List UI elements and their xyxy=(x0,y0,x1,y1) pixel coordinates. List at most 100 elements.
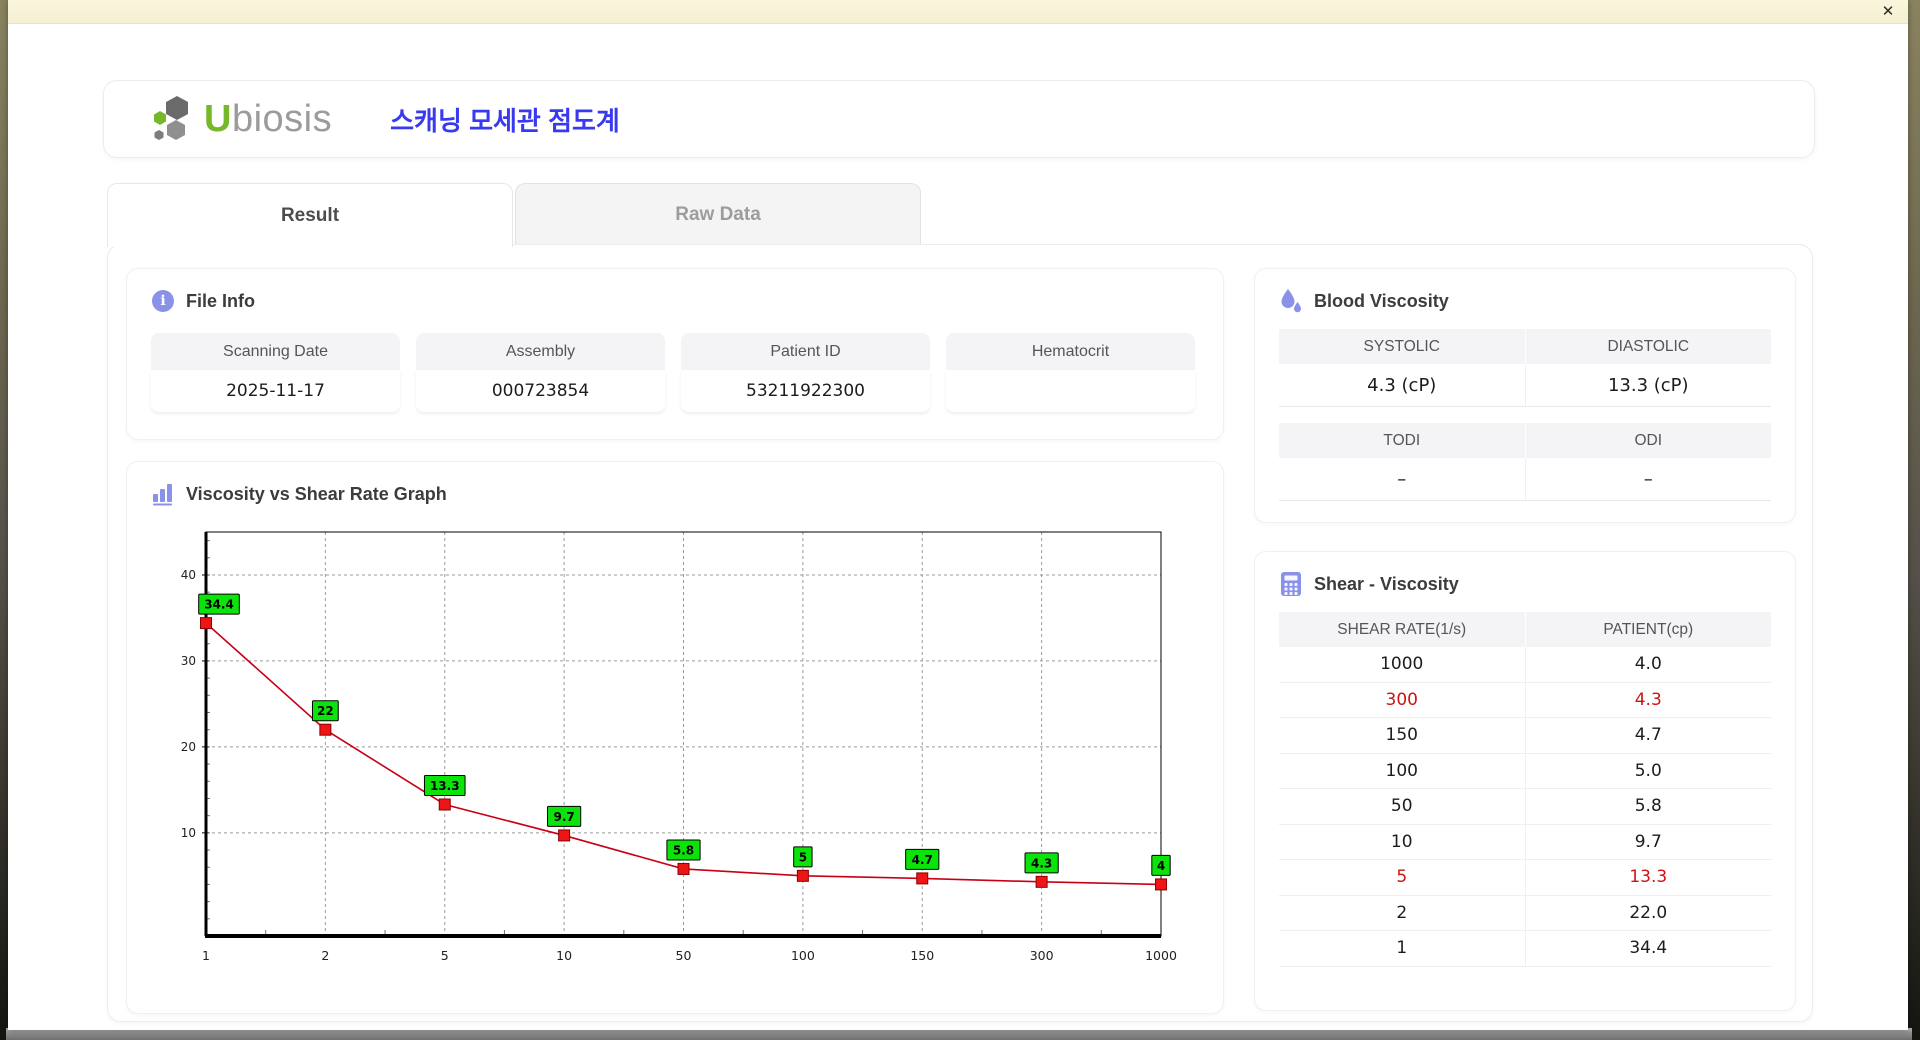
shear-table-body: 1000 4.0 300 4.3 150 4.7 100 5.0 50 5.8 10 9.7 5 13.3… xyxy=(1279,647,1771,967)
droplets-icon xyxy=(1279,289,1303,313)
file-info-field-value xyxy=(946,370,1195,412)
shear-table-row: 1000 4.0 xyxy=(1279,647,1771,683)
patient-cp-cell: 9.7 xyxy=(1634,831,1662,852)
file-info-field-label: Assembly xyxy=(416,333,665,370)
blood-viscosity-value-cell: 4.3 (cP) xyxy=(1279,364,1526,406)
svg-text:22: 22 xyxy=(317,704,334,718)
header-card: Ubiosis 스캐닝 모세관 점도계 xyxy=(103,80,1815,158)
shear-rate-cell: 150 xyxy=(1279,718,1526,753)
svg-text:1000: 1000 xyxy=(1145,948,1177,963)
shear-table-row: 300 4.3 xyxy=(1279,682,1771,718)
shear-rate-cell: 1 xyxy=(1279,931,1526,966)
svg-text:100: 100 xyxy=(791,948,815,963)
svg-text:5.8: 5.8 xyxy=(673,843,694,857)
svg-text:1: 1 xyxy=(202,948,210,963)
shear-col-header: SHEAR RATE(1/s) xyxy=(1279,612,1526,647)
shear-table-header: SHEAR RATE(1/s) PATIENT(cp) xyxy=(1279,612,1771,647)
hexagon-cluster-logo xyxy=(154,96,188,140)
app-title: 스캐닝 모세관 점도계 xyxy=(390,105,620,136)
shear-table: SHEAR RATE(1/s) PATIENT(cp) 1000 4.0 300 4.… xyxy=(1279,612,1771,967)
shear-rate-cell: 1000 xyxy=(1279,647,1526,682)
bar-chart-icon xyxy=(151,482,175,506)
logo-wordmark: Ubiosis xyxy=(204,98,332,141)
tab-result[interactable]: Result xyxy=(107,183,513,247)
blood-viscosity-value-cell: 13.3 (cP) xyxy=(1607,374,1689,396)
shear-table-row: 10 9.7 xyxy=(1279,824,1771,860)
blood-viscosity-value-cell: – xyxy=(1279,458,1526,500)
logo-letter-u: U xyxy=(204,97,232,140)
graph-title: Viscosity vs Shear Rate Graph xyxy=(186,483,447,504)
svg-text:13.3: 13.3 xyxy=(430,779,460,793)
file-info-fields: Scanning Date 2025-11-17 Assembly 000723854… xyxy=(151,333,1199,412)
svg-text:5: 5 xyxy=(441,948,449,963)
svg-text:2: 2 xyxy=(321,948,329,963)
svg-text:34.4: 34.4 xyxy=(204,598,234,612)
file-info-field-value: 000723854 xyxy=(416,370,665,412)
svg-text:5: 5 xyxy=(799,850,807,864)
patient-cp-cell: 4.0 xyxy=(1634,654,1662,675)
patient-cp-cell: 13.3 xyxy=(1629,867,1668,888)
info-icon: i xyxy=(151,289,175,313)
file-info-field: Hematocrit xyxy=(946,333,1195,412)
patient-col-header: PATIENT(cp) xyxy=(1603,620,1694,638)
blood-viscosity-header-cell: TODI xyxy=(1279,423,1526,458)
svg-text:300: 300 xyxy=(1030,948,1054,963)
blood-viscosity-header-row: SYSTOLIC DIASTOLIC xyxy=(1279,329,1771,364)
app-window: ✕ Ubiosis 스캐닝 모세관 점도계 Result Raw Data i … xyxy=(8,0,1908,1030)
close-icon[interactable]: ✕ xyxy=(1878,2,1898,22)
svg-text:4.3: 4.3 xyxy=(1031,856,1052,870)
shear-table-row: 5 13.3 xyxy=(1279,860,1771,896)
svg-text:4.7: 4.7 xyxy=(912,853,933,867)
file-info-panel: i File Info Scanning Date 2025-11-17 Assem… xyxy=(126,268,1224,440)
patient-cp-cell: 22.0 xyxy=(1629,902,1668,923)
shear-table-row: 2 22.0 xyxy=(1279,895,1771,931)
blood-viscosity-header-row: TODI ODI xyxy=(1279,423,1771,458)
file-info-field-value: 53211922300 xyxy=(681,370,930,412)
content-card: i File Info Scanning Date 2025-11-17 Assem… xyxy=(107,244,1813,1022)
calculator-icon xyxy=(1279,572,1303,596)
shear-rate-cell: 10 xyxy=(1279,824,1526,859)
shear-viscosity-title: Shear - Viscosity xyxy=(1314,573,1459,594)
svg-text:50: 50 xyxy=(676,948,692,963)
blood-viscosity-header-cell: ODI xyxy=(1634,431,1663,449)
svg-text:10: 10 xyxy=(181,826,196,840)
file-info-field-label: Hematocrit xyxy=(946,333,1195,370)
shear-table-row: 50 5.8 xyxy=(1279,789,1771,825)
blood-viscosity-value-row: 4.3 (cP) 13.3 (cP) xyxy=(1279,364,1771,407)
viscosity-chart: 10 20 30 40 1 2 5 10 50 100 150 300 1000 34.4 22 13.3 9.… xyxy=(181,531,1177,963)
blood-viscosity-groups: SYSTOLIC DIASTOLIC 4.3 (cP) 13.3 (cP) TODI OD… xyxy=(1279,329,1771,501)
shear-rate-cell: 5 xyxy=(1279,860,1526,895)
file-info-field-value: 2025-11-17 xyxy=(151,370,400,412)
svg-text:10: 10 xyxy=(556,948,572,963)
svg-text:9.7: 9.7 xyxy=(553,810,574,824)
patient-cp-cell: 4.3 xyxy=(1634,689,1662,710)
patient-cp-cell: 5.0 xyxy=(1634,760,1662,781)
shear-rate-cell: 50 xyxy=(1279,789,1526,824)
shear-table-row: 100 5.0 xyxy=(1279,753,1771,789)
file-info-title: File Info xyxy=(186,290,255,311)
patient-cp-cell: 34.4 xyxy=(1629,938,1668,959)
blood-viscosity-value-row: – – xyxy=(1279,458,1771,501)
titlebar: ✕ xyxy=(8,0,1908,24)
logo-word-rest: biosis xyxy=(231,97,333,140)
svg-text:40: 40 xyxy=(181,568,196,582)
file-info-field: Assembly 000723854 xyxy=(416,333,665,412)
blood-viscosity-title: Blood Viscosity xyxy=(1314,290,1449,311)
svg-text:30: 30 xyxy=(181,654,196,668)
shear-viscosity-panel: Shear - Viscosity SHEAR RATE(1/s) PATIEN… xyxy=(1254,551,1796,1011)
blood-viscosity-value-cell: – xyxy=(1643,468,1653,490)
svg-text:150: 150 xyxy=(910,948,934,963)
svg-text:20: 20 xyxy=(181,740,196,754)
shear-table-row: 150 4.7 xyxy=(1279,718,1771,754)
shear-rate-cell: 300 xyxy=(1279,682,1526,717)
tab-raw-data[interactable]: Raw Data xyxy=(515,183,921,246)
file-info-field: Scanning Date 2025-11-17 xyxy=(151,333,400,412)
shear-rate-cell: 2 xyxy=(1279,895,1526,930)
blood-viscosity-header-cell: DIASTOLIC xyxy=(1607,337,1690,355)
blood-viscosity-panel: Blood Viscosity SYSTOLIC DIASTOLIC 4.3 (cP… xyxy=(1254,268,1796,523)
svg-text:4: 4 xyxy=(1157,859,1165,873)
patient-cp-cell: 4.7 xyxy=(1634,725,1662,746)
file-info-field-label: Scanning Date xyxy=(151,333,400,370)
graph-panel: Viscosity vs Shear Rate Graph 10 20 30 40 1 2… xyxy=(126,461,1224,1014)
blood-viscosity-header-cell: SYSTOLIC xyxy=(1279,329,1526,364)
